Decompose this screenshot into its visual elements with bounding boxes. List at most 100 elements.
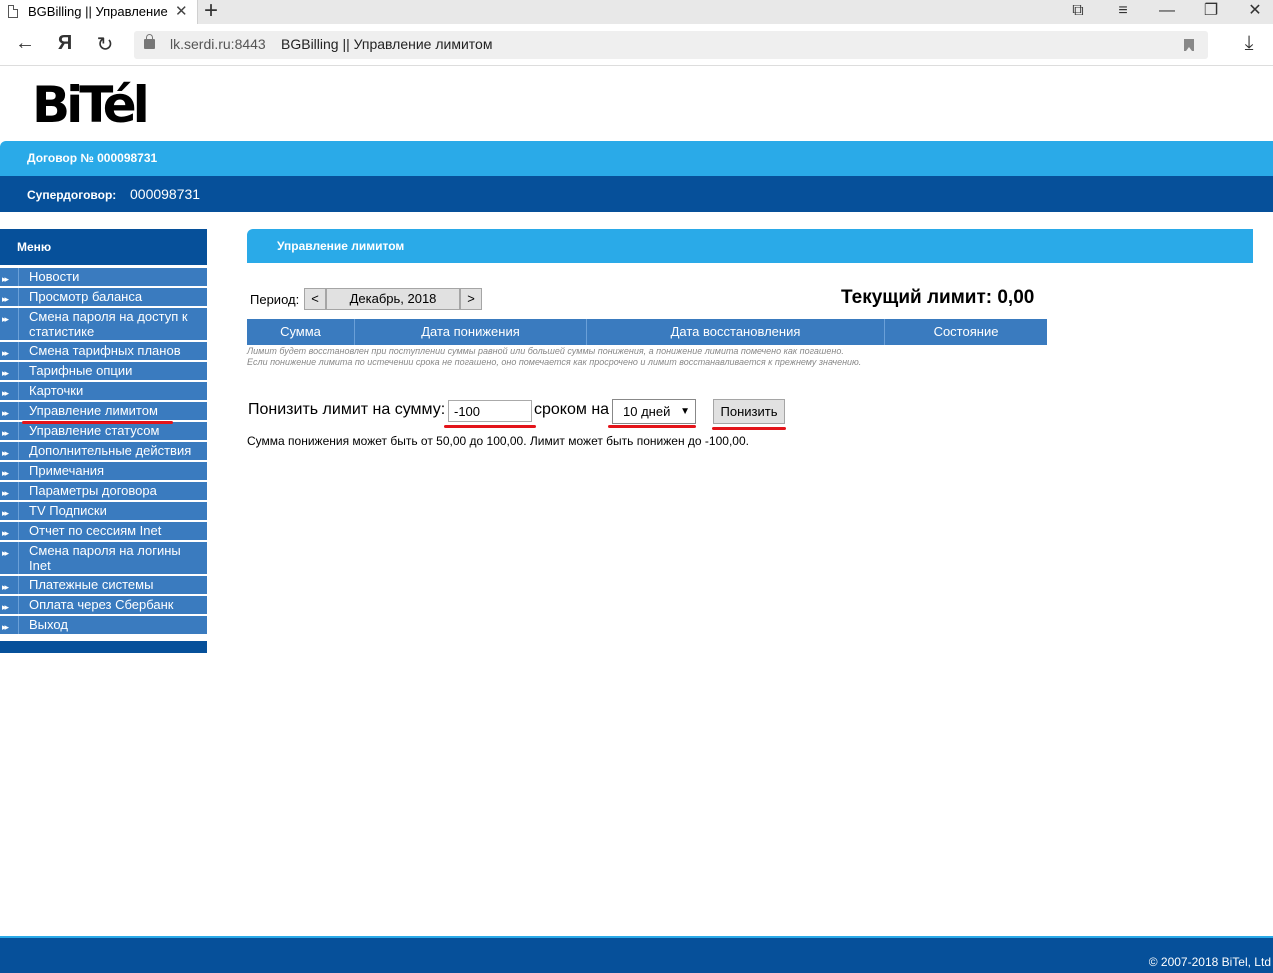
menu-item-payment-systems[interactable]: ▸▸ Платежные системы <box>0 576 207 594</box>
menu-item-status-management[interactable]: ▸▸ Управление статусом <box>0 422 207 440</box>
arrow-icon: ▸▸ <box>2 294 9 304</box>
browser-menu-icon[interactable]: ≡ <box>1111 0 1135 22</box>
menu-item-extra-actions[interactable]: ▸▸ Дополнительные действия <box>0 442 207 460</box>
arrow-icon: ▸▸ <box>2 314 9 324</box>
menu-item-label: Выход <box>18 616 207 634</box>
arrow-icon: ▸▸ <box>2 582 9 592</box>
restore-icon[interactable]: ❐ <box>1199 0 1223 22</box>
arrow-icon: ▸▸ <box>2 548 9 558</box>
sidebar-menu: ▸▸ Новости ▸▸ Просмотр баланса ▸▸ Смена пар… <box>0 268 207 636</box>
reload-icon[interactable]: ↻ <box>93 32 117 57</box>
yandex-icon[interactable]: Я <box>53 32 77 55</box>
menu-item-label: Смена пароля на логины Inet <box>18 542 207 574</box>
menu-title: Меню <box>17 240 52 254</box>
arrow-icon: ▸▸ <box>2 368 9 378</box>
menu-item-tariff-plans[interactable]: ▸▸ Смена тарифных планов <box>0 342 207 360</box>
menu-header: Меню <box>0 229 207 265</box>
menu-item-label: TV Подписки <box>18 502 207 520</box>
table-note: Если понижение лимита по истечении срока… <box>247 357 862 367</box>
menu-item-label: Смена пароля на доступ к статистике <box>18 308 207 340</box>
menu-item-label: Управление статусом <box>18 422 207 440</box>
url-host: lk.serdi.ru:8443 <box>170 36 266 52</box>
contract-bar: Договор № 000098731 <box>0 141 1273 176</box>
menu-item-inet-sessions[interactable]: ▸▸ Отчет по сессиям Inet <box>0 522 207 540</box>
minimize-icon[interactable]: — <box>1155 0 1179 22</box>
highlight-underline <box>712 427 786 430</box>
period-prev-button[interactable]: < <box>304 288 326 310</box>
arrow-icon: ▸▸ <box>2 448 9 458</box>
document-icon <box>8 5 18 18</box>
url-field[interactable]: lk.serdi.ru:8443 BGBilling || Управление… <box>134 31 1208 59</box>
section-header: Управление лимитом <box>247 229 1253 263</box>
period-next-button[interactable]: > <box>460 288 482 310</box>
page-footer: © 2007-2018 BiTel, Ltd <box>0 936 1273 973</box>
lower-limit-hint: Сумма понижения может быть от 50,00 до 1… <box>247 434 749 448</box>
menu-item-notes[interactable]: ▸▸ Примечания <box>0 462 207 480</box>
menu-item-label: Примечания <box>18 462 207 480</box>
arrow-icon: ▸▸ <box>2 468 9 478</box>
copyright: © 2007-2018 BiTel, Ltd <box>1148 955 1271 969</box>
column-header: Сумма <box>247 319 355 345</box>
menu-item-inet-password[interactable]: ▸▸ Смена пароля на логины Inet <box>0 542 207 574</box>
menu-item-label: Дополнительные действия <box>18 442 207 460</box>
highlight-underline <box>22 421 173 424</box>
arrow-icon: ▸▸ <box>2 508 9 518</box>
tab-close-icon[interactable]: ✕ <box>175 1 188 23</box>
dropdown-caret-icon: ▼ <box>680 406 690 417</box>
menu-item-label: Платежные системы <box>18 576 207 594</box>
arrow-icon: ▸▸ <box>2 428 9 438</box>
menu-item-news[interactable]: ▸▸ Новости <box>0 268 207 286</box>
lower-limit-button[interactable]: Понизить <box>713 399 785 424</box>
supercontract-label: Супердоговор: <box>27 188 117 202</box>
menu-item-label: Параметры договора <box>18 482 207 500</box>
highlight-underline <box>608 425 696 428</box>
menu-item-balance[interactable]: ▸▸ Просмотр баланса <box>0 288 207 306</box>
new-tab-icon[interactable]: + <box>204 0 218 25</box>
window-close-icon[interactable]: ✕ <box>1243 0 1267 22</box>
menu-item-sberbank-payment[interactable]: ▸▸ Оплата через Сбербанк <box>0 596 207 614</box>
tab-title: BGBilling || Управление <box>28 4 168 19</box>
menu-item-tariff-options[interactable]: ▸▸ Тарифные опции <box>0 362 207 380</box>
term-selected-value: 10 дней <box>623 404 671 419</box>
arrow-icon: ▸▸ <box>2 528 9 538</box>
lock-icon <box>144 34 155 49</box>
supercontract-value: 000098731 <box>130 186 201 202</box>
period-label: Период: <box>250 292 300 307</box>
browser-tabbar: BGBilling || Управление ✕ + ⧉ ≡ — ❐ ✕ <box>0 0 1273 24</box>
term-select[interactable]: 10 дней ▼ <box>612 399 696 424</box>
menu-item-stats-password[interactable]: ▸▸ Смена пароля на доступ к статистике <box>0 308 207 340</box>
menu-item-label: Просмотр баланса <box>18 288 207 306</box>
menu-item-label: Смена тарифных планов <box>18 342 207 360</box>
menu-item-label: Карточки <box>18 382 207 400</box>
menu-item-logout[interactable]: ▸▸ Выход <box>0 616 207 634</box>
arrow-icon: ▸▸ <box>2 348 9 358</box>
arrow-icon: ▸▸ <box>2 622 9 632</box>
menu-item-label: Отчет по сессиям Inet <box>18 522 207 540</box>
bookmark-icon[interactable] <box>1184 39 1194 51</box>
menu-item-label: Управление лимитом <box>18 402 207 420</box>
browser-addressbar: ← Я ↻ lk.serdi.ru:8443 BGBilling || Упра… <box>0 24 1273 66</box>
contract-number: Договор № 000098731 <box>27 151 158 165</box>
url-page-title: BGBilling || Управление лимитом <box>281 36 493 52</box>
term-label: сроком на <box>534 401 610 418</box>
browser-tab[interactable]: BGBilling || Управление ✕ <box>0 0 198 24</box>
menu-item-limit-management[interactable]: ▸▸ Управление лимитом <box>0 402 207 420</box>
collections-icon[interactable]: ⧉ <box>1066 0 1090 22</box>
lower-limit-label: Понизить лимит на сумму: <box>248 401 446 418</box>
column-header: Дата понижения <box>355 319 587 345</box>
arrow-icon: ▸▸ <box>2 274 9 284</box>
arrow-icon: ▸▸ <box>2 602 9 612</box>
menu-item-contract-params[interactable]: ▸▸ Параметры договора <box>0 482 207 500</box>
column-header: Дата восстановления <box>587 319 885 345</box>
highlight-underline <box>444 425 536 428</box>
back-arrow-icon[interactable]: ← <box>13 32 37 55</box>
menu-item-label: Тарифные опции <box>18 362 207 380</box>
amount-input[interactable] <box>448 400 532 422</box>
download-icon[interactable]: ⤓ <box>1237 32 1261 55</box>
column-header: Состояние <box>933 324 999 339</box>
menu-item-cards[interactable]: ▸▸ Карточки <box>0 382 207 400</box>
menu-item-tv-subscriptions[interactable]: ▸▸ TV Подписки <box>0 502 207 520</box>
arrow-icon: ▸▸ <box>2 388 9 398</box>
supercontract-bar: Супердоговор: 000098731 <box>0 176 1273 212</box>
limits-table-header: Сумма Дата понижения Дата восстановления… <box>247 319 1047 345</box>
